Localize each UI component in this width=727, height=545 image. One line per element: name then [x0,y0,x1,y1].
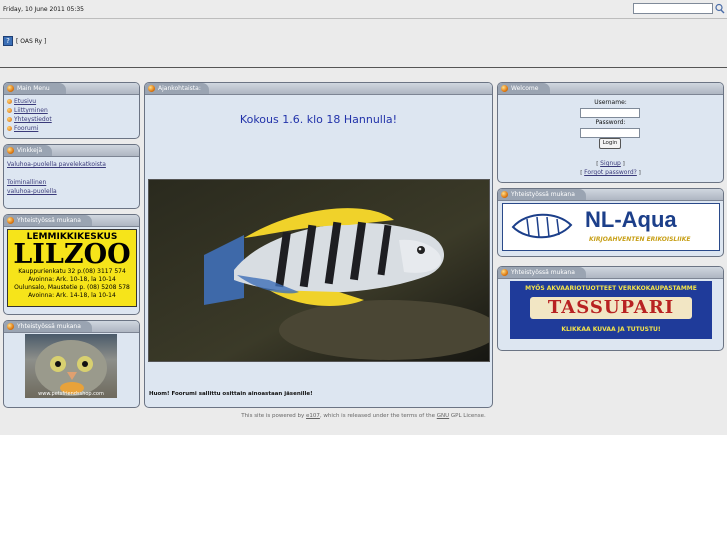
menu-item-etusivu[interactable]: Etusivu [7,97,139,106]
news-panel: Ajankohtaista: Kokous 1.6. klo 18 Hannul… [144,82,493,408]
footer-prefix: This site is powered by [241,413,305,419]
news-header: Ajankohtaista: [145,83,492,95]
lilzoo-ad-hours1: Avoinna: Ark. 10-18, la 10-14 [28,276,116,283]
news-headline: Kokous 1.6. klo 18 Hannulla! [239,113,398,126]
main-menu-header: Main Menu [4,83,139,95]
bullet-icon [7,117,12,122]
fish-logo-icon [511,213,573,239]
orb-icon [501,191,508,198]
cichlid-fish-image [149,180,492,361]
lilzoo-ad-address1: Kauppurienkatu 32 p.(08) 3117 574 [18,268,126,275]
partner-header: Yhteistyössä mukana [498,189,723,201]
fish-photo [148,179,492,362]
news-title: Ajankohtaista: [158,85,201,92]
forgot-row: [ Forgot password? ] [580,169,641,176]
orb-icon [148,85,155,92]
vinkki-link-3[interactable]: valuhoa-puolella [7,187,139,196]
cat-image [35,340,107,396]
tassupari-top: MYÖS AKVAARIOTUOTTEET VERKKOKAUPASTAMME [525,285,697,292]
vinkkeja-panel: Vinkkejä Valuhoa-puolella pavelekatkoist… [3,144,140,209]
lilzoo-ad-address2: Oulunsalo, Maustetie p. (08) 5208 578 [14,284,130,291]
menu-item-foorumi[interactable]: Foorumi [7,124,139,133]
search-input[interactable] [633,3,713,14]
nlaqua-tagline: KIRJOAHVENTEN ERIKOISLIIKE [589,236,691,243]
vinkkeja-header: Vinkkejä [4,145,139,157]
forum-notice: Huom! Foorumi sallittu osittain ainoasta… [149,391,313,397]
orb-icon [7,323,14,330]
login-button[interactable]: Login [599,138,621,149]
welcome-panel: Welcome Username: Password: Login [ Sign… [497,82,724,183]
menu-link[interactable]: Foorumi [14,125,38,132]
partner-title: Yhteistyössä mukana [511,191,575,198]
menu-item-liittyminen[interactable]: Liittyminen [7,106,139,115]
menu-link[interactable]: Etusivu [14,98,36,105]
petsfriends-ad-banner[interactable]: www.petsfriendsshop.com [25,334,117,398]
partner-panel-pets: Yhteistyössä mukana www.petsfriendsshop.… [3,320,140,408]
partner-title: Yhteistyössä mukana [17,217,81,224]
orb-icon [7,147,14,154]
vinkkeja-title: Vinkkejä [17,147,43,154]
signup-link[interactable]: Signup [600,160,621,167]
welcome-header: Welcome [498,83,723,95]
partner-header: Yhteistyössä mukana [4,321,139,333]
footer-e107-link[interactable]: e107 [306,413,320,419]
nlaqua-ad-banner[interactable]: NL-Aqua KIRJOAHVENTEN ERIKOISLIIKE [502,203,720,251]
orb-icon [501,85,508,92]
partner-title: Yhteistyössä mukana [17,323,81,330]
signup-row: [ Signup ] [596,160,625,167]
current-date: Friday, 10 June 2011 05:35 [3,6,84,13]
orb-icon [7,85,14,92]
partner-title: Yhteistyössä mukana [511,269,575,276]
username-label: Username: [594,99,627,106]
lilzoo-ad-brand: LILZOO [13,239,131,270]
footer-middle: , which is released under the terms of t… [319,413,435,419]
orb-icon [7,217,14,224]
footer-gnu-link[interactable]: GNU [437,413,449,419]
search-icon[interactable] [715,3,725,14]
tassupari-bottom: KLIKKAA KUVAA JA TUTUSTU! [561,326,661,333]
vinkki-link-2[interactable]: Toiminallinen [7,178,139,187]
tassupari-brand: TASSUPARI [547,297,675,318]
site-logo-icon: ? [3,36,13,46]
site-name: [ OAS Ry ] [16,37,47,45]
footer: This site is powered by e107, which is r… [0,413,727,419]
username-field[interactable] [580,108,640,118]
header-divider [0,67,727,68]
partner-panel-lilzoo: Yhteistyössä mukana LEMMIKKIKESKUS LILZO… [3,214,140,315]
footer-suffix: GPL License. [450,413,486,419]
bullet-icon [7,108,12,113]
partner-header: Yhteistyössä mukana [4,215,139,227]
main-menu-title: Main Menu [17,85,50,92]
partner-panel-tassupari: Yhteistyössä mukana MYÖS AKVAARIOTUOTTEE… [497,266,724,351]
vinkki-link-1[interactable]: Valuhoa-puolella pavelekatkoista [7,160,139,169]
partner-header: Yhteistyössä mukana [498,267,723,279]
lilzoo-ad-hours2: Avoinna: Ark. 14-18, la 10-14 [28,292,116,299]
welcome-title: Welcome [511,85,539,92]
top-bar: Friday, 10 June 2011 05:35 [0,0,727,19]
forgot-password-link[interactable]: Forgot password? [584,169,637,176]
partner-panel-nlaqua: Yhteistyössä mukana NL-Aqua KIRJOAHVENTE… [497,188,724,257]
bullet-icon [7,99,12,104]
menu-link[interactable]: Liittyminen [14,107,48,114]
lilzoo-ad-banner[interactable]: LEMMIKKIKESKUS LILZOO Kauppurienkatu 32 … [7,229,137,307]
nlaqua-brand: NL-Aqua [585,207,677,232]
menu-item-yhteystiedot[interactable]: Yhteystiedot [7,115,139,124]
password-label: Password: [595,119,626,126]
petsfriends-caption: www.petsfriendsshop.com [38,391,104,397]
menu-link[interactable]: Yhteystiedot [14,116,52,123]
orb-icon [501,269,508,276]
password-field[interactable] [580,128,640,138]
main-menu-panel: Main Menu Etusivu Liittyminen Yhteystied… [3,82,140,139]
tassupari-ad-banner[interactable]: MYÖS AKVAARIOTUOTTEET VERKKOKAUPASTAMME … [510,281,712,339]
site-header: ? [ OAS Ry ] [3,36,46,46]
bullet-icon [7,126,12,131]
